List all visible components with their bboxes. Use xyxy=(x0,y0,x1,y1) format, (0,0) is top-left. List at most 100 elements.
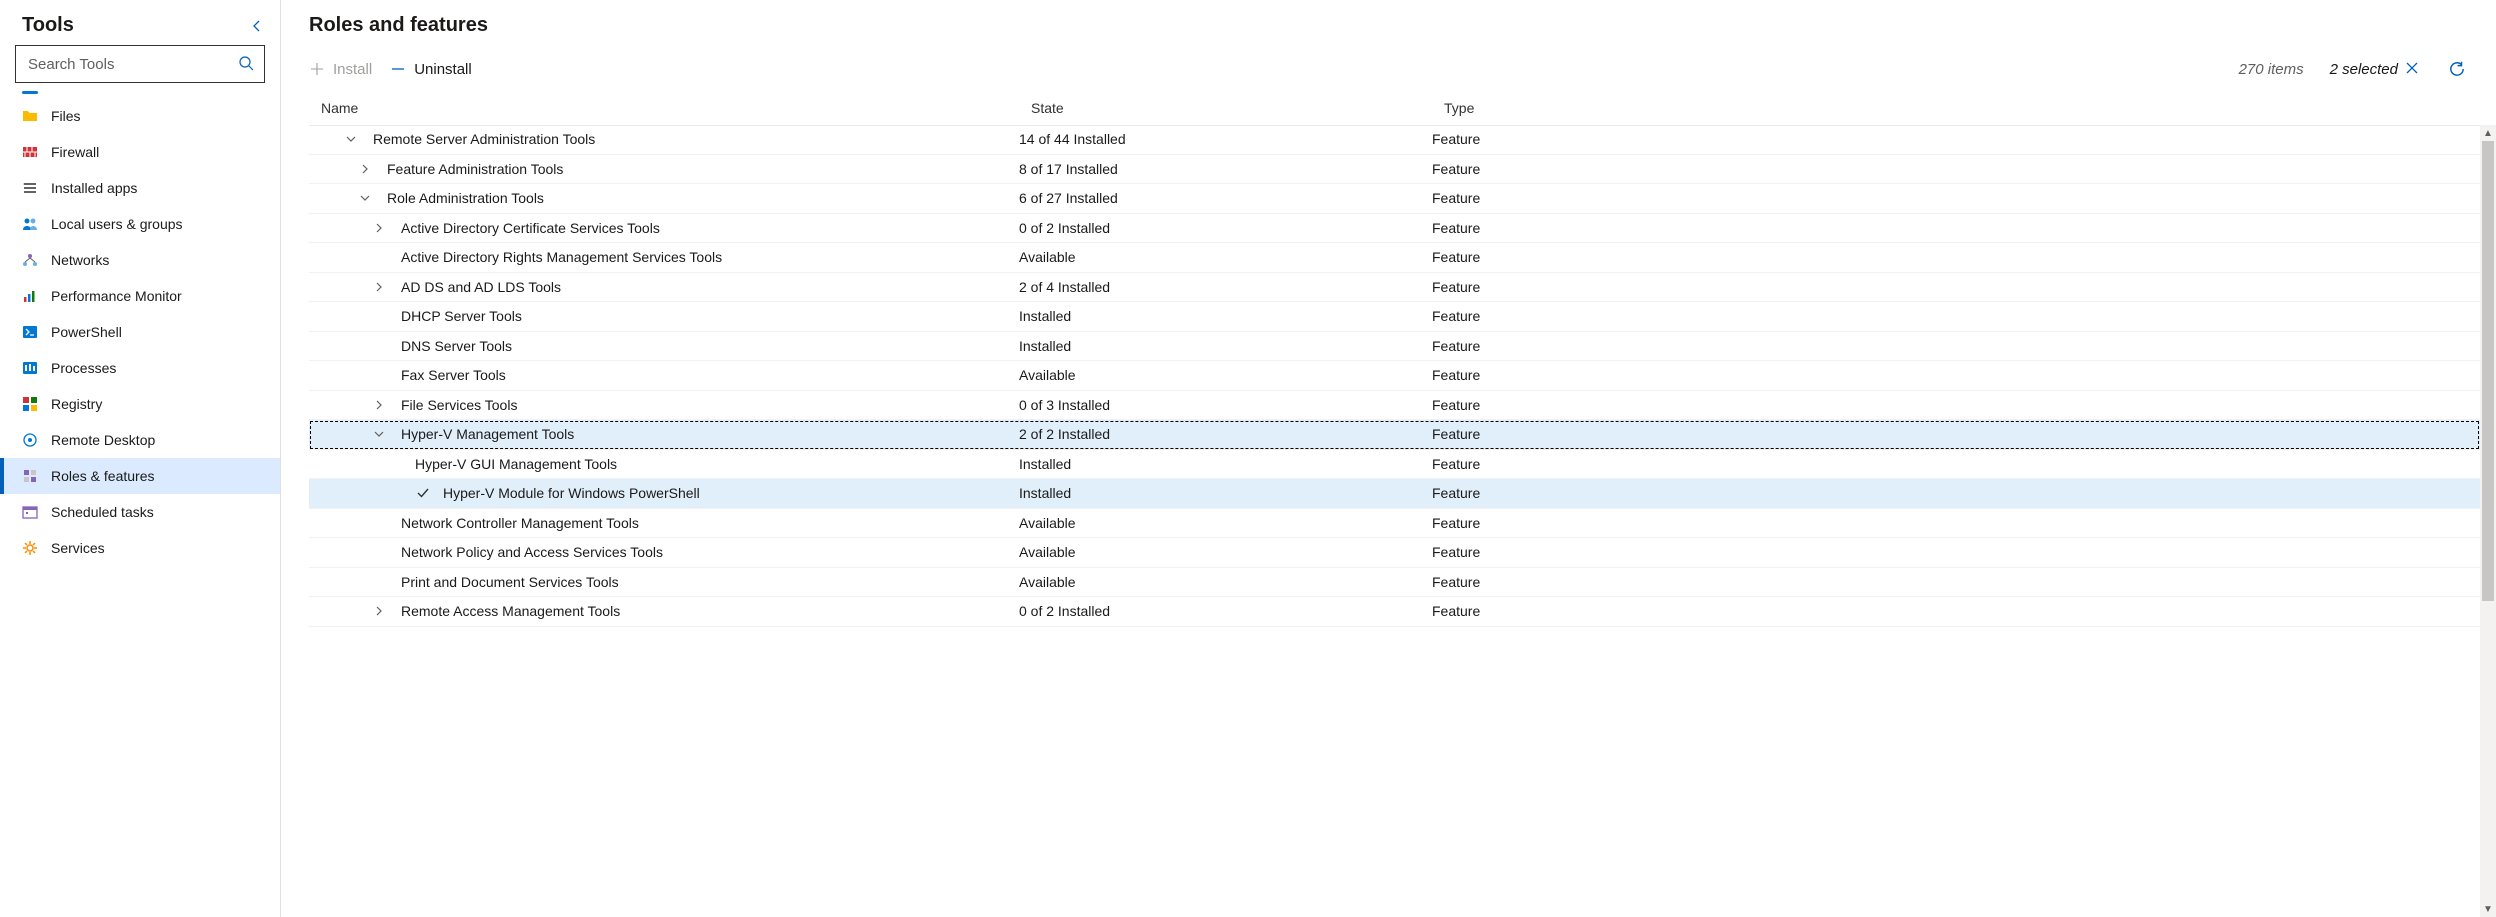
table-row[interactable]: Role Administration Tools6 of 27 Install… xyxy=(309,184,2480,214)
sidebar-item-label: Networks xyxy=(51,252,109,268)
table-body[interactable]: Remote Server Administration Tools14 of … xyxy=(309,125,2480,917)
refresh-icon[interactable] xyxy=(2448,60,2466,78)
cell-type: Feature xyxy=(1432,161,2480,177)
page-title: Roles and features xyxy=(309,0,2496,47)
cell-type: Feature xyxy=(1432,249,2480,265)
install-button[interactable]: Install xyxy=(309,61,372,78)
nav-scroll[interactable]: Files Firewall Installed apps Local users &… xyxy=(0,91,280,917)
cell-type: Feature xyxy=(1432,338,2480,354)
row-name-label: Active Directory Rights Management Servi… xyxy=(401,249,722,265)
cell-type: Feature xyxy=(1432,190,2480,206)
table-scrollbar[interactable]: ▲ ▼ xyxy=(2480,125,2496,917)
chevron-down-icon[interactable] xyxy=(343,131,359,147)
sidebar-item-label: Remote Desktop xyxy=(51,432,155,448)
table-row[interactable]: Hyper-V GUI Management ToolsInstalledFea… xyxy=(309,450,2480,480)
sidebar-item-firewall[interactable]: Firewall xyxy=(0,134,280,170)
sidebar-item-processes[interactable]: Processes xyxy=(0,350,280,386)
cell-name: Remote Access Management Tools xyxy=(309,603,1019,619)
cell-name: Network Controller Management Tools xyxy=(309,515,1019,531)
chevron-right-icon[interactable] xyxy=(371,279,387,295)
sidebar-item-label: Scheduled tasks xyxy=(51,504,154,520)
cell-name: Role Administration Tools xyxy=(309,190,1019,206)
cell-type: Feature xyxy=(1432,603,2480,619)
table-row[interactable]: Active Directory Certificate Services To… xyxy=(309,214,2480,244)
sidebar-item-registry[interactable]: Registry xyxy=(0,386,280,422)
table-row[interactable]: DHCP Server ToolsInstalledFeature xyxy=(309,302,2480,332)
sidebar-item-scheduled-tasks[interactable]: Scheduled tasks xyxy=(0,494,280,530)
expander-placeholder xyxy=(385,485,401,501)
cell-state: 0 of 2 Installed xyxy=(1019,220,1432,236)
scroll-down-icon[interactable]: ▼ xyxy=(2480,901,2496,917)
sidebar-item-networks[interactable]: Networks xyxy=(0,242,280,278)
sidebar-item-services[interactable]: Services xyxy=(0,530,280,566)
collapse-sidebar-icon[interactable] xyxy=(248,17,266,35)
table-row[interactable]: DNS Server ToolsInstalledFeature xyxy=(309,332,2480,362)
cell-type: Feature xyxy=(1432,544,2480,560)
row-name-label: Remote Access Management Tools xyxy=(401,603,620,619)
sidebar-header: Tools xyxy=(0,0,280,45)
col-header-state[interactable]: State xyxy=(1031,100,1444,116)
table-row[interactable]: Active Directory Rights Management Servi… xyxy=(309,243,2480,273)
table-row[interactable]: File Services Tools0 of 3 InstalledFeatu… xyxy=(309,391,2480,421)
expander-placeholder xyxy=(371,249,387,265)
col-header-name[interactable]: Name xyxy=(315,100,1031,116)
perf-icon xyxy=(22,288,38,304)
cell-state: 0 of 3 Installed xyxy=(1019,397,1432,413)
cell-name: Print and Document Services Tools xyxy=(309,574,1019,590)
table-row[interactable]: Network Controller Management ToolsAvail… xyxy=(309,509,2480,539)
chevron-right-icon[interactable] xyxy=(371,220,387,236)
table-row[interactable]: Network Policy and Access Services Tools… xyxy=(309,538,2480,568)
processes-icon xyxy=(22,360,38,376)
cell-type: Feature xyxy=(1432,279,2480,295)
table-row[interactable]: Remote Server Administration Tools14 of … xyxy=(309,125,2480,155)
cell-name: Fax Server Tools xyxy=(309,367,1019,383)
cell-name: Network Policy and Access Services Tools xyxy=(309,544,1019,560)
item-count-label: 270 items xyxy=(2239,61,2304,78)
sidebar-item-local-users-groups[interactable]: Local users & groups xyxy=(0,206,280,242)
sidebar-item-powershell[interactable]: PowerShell xyxy=(0,314,280,350)
table-row[interactable]: Remote Access Management Tools0 of 2 Ins… xyxy=(309,597,2480,627)
scroll-up-icon[interactable]: ▲ xyxy=(2480,125,2496,141)
cell-type: Feature xyxy=(1432,397,2480,413)
row-name-label: Print and Document Services Tools xyxy=(401,574,619,590)
scroll-thumb[interactable] xyxy=(2482,141,2494,601)
sidebar-item-roles-features[interactable]: Roles & features xyxy=(0,458,280,494)
table-row[interactable]: AD DS and AD LDS Tools2 of 4 InstalledFe… xyxy=(309,273,2480,303)
search-input[interactable] xyxy=(26,55,238,74)
sidebar-item-label: Installed apps xyxy=(51,180,137,196)
firewall-icon xyxy=(22,144,38,160)
sidebar-item-remote-desktop[interactable]: Remote Desktop xyxy=(0,422,280,458)
sidebar-item-label: Firewall xyxy=(51,144,99,160)
cell-state: 2 of 2 Installed xyxy=(1019,426,1432,442)
chevron-right-icon[interactable] xyxy=(357,161,373,177)
cell-name: DHCP Server Tools xyxy=(309,308,1019,324)
search-box[interactable] xyxy=(15,45,265,83)
remote-icon xyxy=(22,432,38,448)
table-row[interactable]: Print and Document Services ToolsAvailab… xyxy=(309,568,2480,598)
col-header-type[interactable]: Type xyxy=(1444,100,2496,116)
sidebar-item-performance-monitor[interactable]: Performance Monitor xyxy=(0,278,280,314)
chevron-down-icon[interactable] xyxy=(357,190,373,206)
uninstall-button[interactable]: Uninstall xyxy=(390,61,472,78)
sidebar-item-files[interactable]: Files xyxy=(0,98,280,134)
chevron-right-icon[interactable] xyxy=(371,397,387,413)
cell-name: Active Directory Certificate Services To… xyxy=(309,220,1019,236)
table-row[interactable]: Feature Administration Tools8 of 17 Inst… xyxy=(309,155,2480,185)
cell-state: Available xyxy=(1019,249,1432,265)
table-row[interactable]: Fax Server ToolsAvailableFeature xyxy=(309,361,2480,391)
table-row[interactable]: Hyper-V Management Tools2 of 2 Installed… xyxy=(309,420,2480,450)
cell-type: Feature xyxy=(1432,131,2480,147)
search-icon[interactable] xyxy=(238,55,256,73)
expander-placeholder xyxy=(371,367,387,383)
checkmark-icon xyxy=(415,485,431,501)
table-row[interactable]: Hyper-V Module for Windows PowerShellIns… xyxy=(309,479,2480,509)
chevron-down-icon[interactable] xyxy=(371,426,387,442)
expander-placeholder xyxy=(371,338,387,354)
toolbar-right: 270 items 2 selected xyxy=(2239,60,2496,78)
table-header: Name State Type xyxy=(309,91,2496,126)
sidebar-item-installed-apps[interactable]: Installed apps xyxy=(0,170,280,206)
powershell-icon xyxy=(22,324,38,340)
clear-selection-icon[interactable] xyxy=(2404,60,2422,78)
cell-name: Hyper-V GUI Management Tools xyxy=(309,456,1019,472)
chevron-right-icon[interactable] xyxy=(371,603,387,619)
